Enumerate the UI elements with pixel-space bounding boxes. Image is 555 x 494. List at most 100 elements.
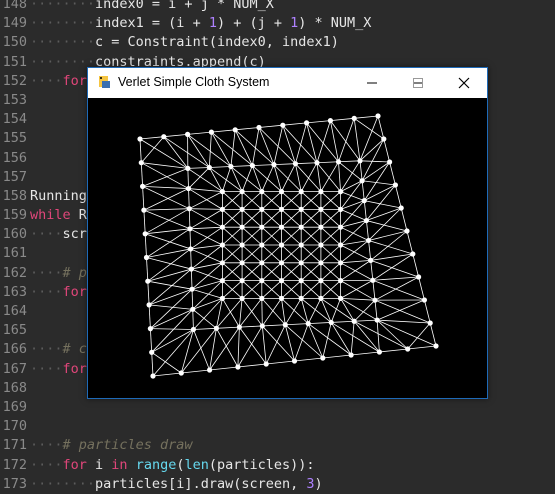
cloth-particle (233, 127, 238, 132)
cloth-constraint (143, 168, 188, 186)
cloth-constraint (330, 118, 354, 120)
cloth-constraint (341, 192, 365, 201)
cloth-particle (240, 242, 245, 247)
code-line[interactable]: 148········index0 = i + j * NUM_X (0, 0, 555, 14)
line-number: 154 (0, 110, 27, 129)
cloth-constraint (323, 355, 351, 358)
cloth-particle (235, 364, 240, 369)
cloth-constraint (331, 322, 351, 355)
simulation-canvas[interactable] (88, 98, 487, 398)
cloth-constraint (274, 164, 296, 165)
cloth-constraint (144, 210, 145, 234)
cloth-constraint (147, 258, 192, 270)
cloth-constraint (188, 134, 231, 166)
title-bar[interactable]: Verlet Simple Cloth System (88, 68, 487, 98)
cloth-particle (259, 207, 264, 212)
cloth-particle (259, 296, 264, 301)
cloth-constraint (371, 260, 373, 280)
cloth-particle (299, 296, 304, 301)
cloth-constraint (354, 116, 378, 118)
cloth-constraint (295, 164, 320, 192)
cloth-constraint (377, 320, 408, 349)
code-text: ········c = Constraint(index0, index1) (30, 34, 339, 50)
cloth-particle (220, 296, 225, 301)
code-line[interactable]: 150········c = Constraint(index0, index1… (0, 33, 555, 52)
close-button[interactable] (441, 68, 487, 98)
cloth-constraint (351, 321, 354, 355)
cloth-constraint (190, 229, 222, 245)
cloth-particle (299, 189, 304, 194)
line-number: 156 (0, 149, 27, 168)
code-line[interactable]: 172····for i in range(len(particles)): (0, 456, 555, 475)
line-number: 161 (0, 244, 27, 263)
cloth-constraint (331, 322, 379, 352)
code-line[interactable]: 173········particles[i].draw(screen, 3) (0, 475, 555, 494)
cloth-constraint (148, 249, 191, 281)
code-line[interactable]: 149········index1 = (i + 1) + (j + 1) * … (0, 14, 555, 33)
line-number: 160 (0, 225, 27, 244)
cloth-particle (139, 160, 144, 165)
cloth-particle (428, 320, 433, 325)
code-line[interactable]: 171····# particles draw (0, 436, 555, 455)
cloth-constraint (295, 164, 301, 192)
cloth-constraint (330, 121, 338, 162)
cloth-constraint (341, 298, 375, 300)
cloth-constraint (295, 358, 323, 361)
cloth-particle (304, 120, 309, 125)
minimize-button-2[interactable] (349, 68, 395, 98)
cloth-particle (279, 225, 284, 230)
cloth-constraint (148, 281, 149, 305)
cloth-constraint (148, 281, 192, 289)
cloth-constraint (401, 208, 407, 231)
cloth-constraint (164, 137, 210, 168)
cloth-constraint (152, 329, 194, 352)
cloth-particle (338, 278, 343, 283)
cloth-constraint (145, 234, 146, 258)
cloth-constraint (338, 162, 362, 181)
cloth-constraint (191, 249, 223, 263)
cloth-particle (259, 242, 264, 247)
cloth-particle (240, 225, 245, 230)
cloth-particle (314, 160, 319, 165)
close-icon (458, 77, 470, 89)
line-number: 165 (0, 321, 27, 340)
cloth-constraint (323, 322, 331, 358)
cloth-constraint (153, 329, 193, 376)
cloth-constraint (360, 116, 378, 161)
cloth-particle (293, 161, 298, 166)
cloth-particle (279, 207, 284, 212)
cloth-particle (299, 278, 304, 283)
code-line[interactable]: 170 (0, 417, 555, 436)
cloth-constraint (188, 167, 210, 168)
cloth-particle (144, 255, 149, 260)
cloth-window[interactable]: Verlet Simple Cloth System (87, 67, 488, 399)
code-text: ····for i in range(len(particles)): (30, 457, 315, 473)
cloth-constraint (222, 298, 239, 327)
cloth-constraint (266, 361, 294, 364)
cloth-constraint (377, 300, 424, 320)
cloth-particle (259, 189, 264, 194)
cloth-constraint (238, 364, 266, 367)
cloth-constraint (362, 181, 364, 201)
cloth-particle (368, 258, 373, 263)
cloth-constraint (152, 352, 182, 373)
cloth-constraint (222, 167, 230, 192)
cloth-constraint (216, 327, 239, 328)
cloth-constraint (379, 349, 407, 352)
cloth-particle (299, 225, 304, 230)
cloth-particle (279, 242, 284, 247)
cloth-constraint (369, 240, 413, 254)
cloth-particle (220, 278, 225, 283)
cloth-particle (214, 326, 219, 331)
cloth-constraint (360, 161, 390, 162)
cloth-constraint (331, 298, 340, 322)
cloth-constraint (242, 166, 252, 192)
cloth-particle (207, 367, 212, 372)
maximize-button[interactable] (395, 68, 441, 98)
cloth-constraint (193, 329, 209, 370)
cloth-particle (220, 189, 225, 194)
cloth-constraint (191, 249, 192, 269)
code-line[interactable]: 169 (0, 398, 555, 417)
cloth-constraint (209, 167, 242, 191)
cloth-particle (375, 317, 380, 322)
